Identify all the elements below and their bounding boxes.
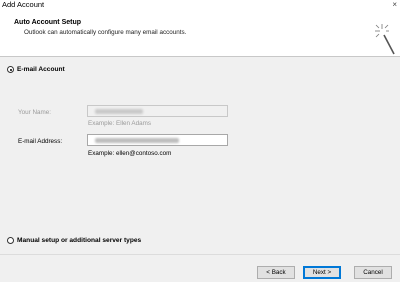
email-account-label[interactable]: E-mail Account bbox=[17, 66, 65, 73]
footer-divider bbox=[0, 254, 400, 255]
obscured-name-value bbox=[95, 109, 143, 114]
next-button[interactable]: Next > bbox=[303, 266, 341, 279]
your-name-label: Your Name: bbox=[18, 109, 52, 116]
email-address-label: E-mail Address: bbox=[18, 138, 63, 145]
close-icon[interactable]: × bbox=[392, 0, 397, 10]
header-panel: Auto Account Setup Outlook can automatic… bbox=[0, 10, 400, 57]
email-account-radio[interactable] bbox=[7, 66, 14, 73]
manual-setup-radio[interactable] bbox=[7, 237, 14, 244]
magic-wand-icon bbox=[375, 24, 395, 55]
email-address-example: Example: ellen@contoso.com bbox=[88, 150, 172, 157]
obscured-email-value bbox=[95, 138, 179, 143]
your-name-field bbox=[87, 105, 228, 117]
email-address-field[interactable] bbox=[87, 134, 228, 146]
header-subtitle: Outlook can automatically configure many… bbox=[24, 29, 187, 36]
cancel-button[interactable]: Cancel bbox=[354, 266, 392, 279]
header-title: Auto Account Setup bbox=[14, 19, 82, 26]
back-button[interactable]: < Back bbox=[257, 266, 295, 279]
window-title: Add Account bbox=[2, 0, 45, 9]
your-name-example: Example: Ellen Adams bbox=[88, 120, 151, 127]
title-bar: Add Account × bbox=[0, 0, 400, 10]
manual-setup-label[interactable]: Manual setup or additional server types bbox=[17, 237, 141, 244]
